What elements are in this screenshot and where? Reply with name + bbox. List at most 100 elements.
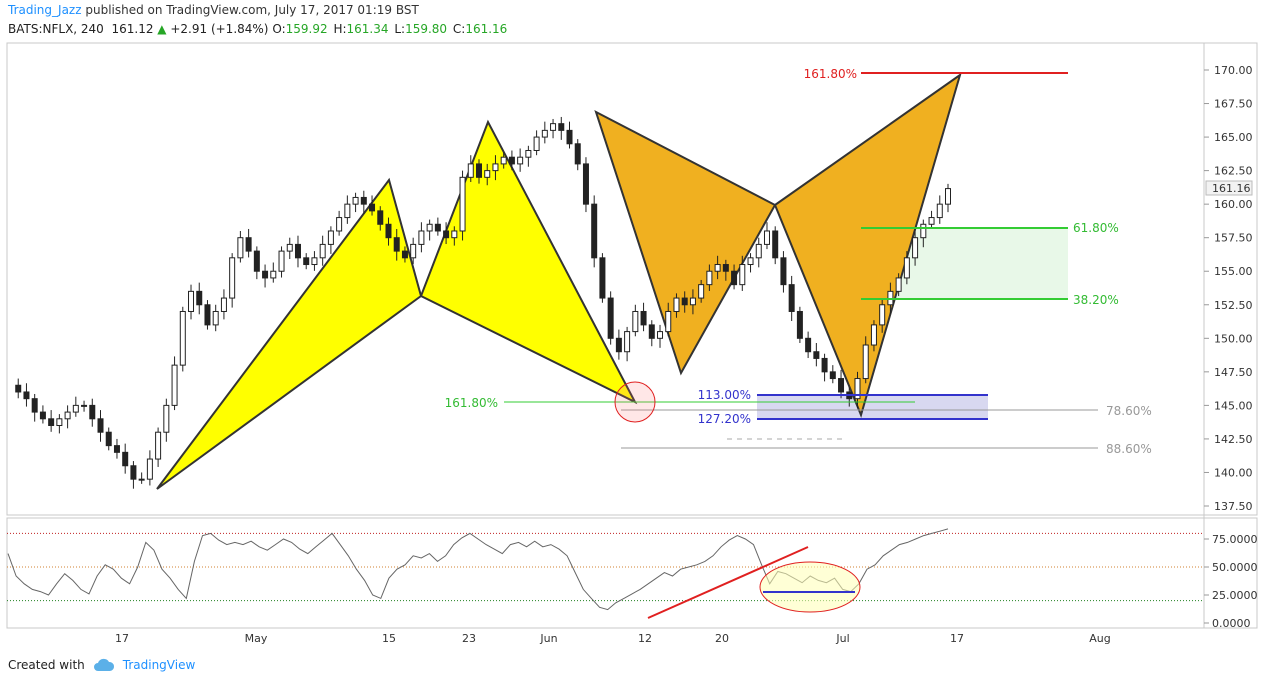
tradingview-brand-link[interactable]: TradingView bbox=[123, 658, 196, 672]
candle-body bbox=[862, 344, 869, 380]
candle-body bbox=[484, 170, 491, 178]
candle-body bbox=[689, 297, 696, 306]
candle-body bbox=[105, 431, 112, 447]
candle-body bbox=[739, 264, 746, 286]
candle-body bbox=[262, 270, 269, 279]
candle-body bbox=[72, 404, 79, 413]
candle-body bbox=[278, 250, 285, 272]
candle-body bbox=[344, 203, 351, 219]
candle-body bbox=[352, 196, 359, 205]
candle-body bbox=[113, 445, 120, 453]
candle-body bbox=[912, 237, 919, 259]
candle-body bbox=[311, 257, 318, 266]
footer: Created with TradingView bbox=[8, 658, 195, 672]
candle-body bbox=[204, 304, 211, 326]
candle-body bbox=[418, 230, 425, 245]
candle-body bbox=[599, 257, 606, 299]
candle-body bbox=[385, 223, 392, 239]
candle-body bbox=[492, 163, 499, 172]
candle-body bbox=[681, 297, 688, 306]
y-tick-label: 170.00 bbox=[1214, 64, 1253, 77]
candle-body bbox=[870, 324, 877, 346]
candle-body bbox=[624, 331, 631, 353]
candle-body bbox=[286, 243, 293, 252]
candle-body bbox=[467, 163, 474, 178]
fib-label-127: 127.20% bbox=[698, 412, 751, 426]
y-tick-label: 145.00 bbox=[1214, 399, 1253, 412]
rsi-tick-label: 75.0000 bbox=[1212, 533, 1258, 546]
candle-body bbox=[23, 391, 30, 400]
y-tick-label: 140.00 bbox=[1214, 466, 1253, 479]
candle-body bbox=[171, 364, 178, 406]
candle-body bbox=[229, 257, 236, 299]
candle-body bbox=[615, 337, 622, 353]
x-tick-label: 17 bbox=[115, 632, 129, 645]
candle-body bbox=[220, 297, 227, 312]
candle-body bbox=[393, 237, 400, 252]
rsi-tick-label: 50.0000 bbox=[1212, 561, 1258, 574]
candle-body bbox=[747, 257, 754, 266]
candle-body bbox=[443, 230, 450, 239]
rsi-pane[interactable] bbox=[6, 517, 1258, 629]
candle-body bbox=[97, 418, 104, 433]
candle-body bbox=[772, 230, 779, 259]
price-chart[interactable]: 137.50 140.00 142.50 145.00 147.50 150.00 152.… bbox=[0, 0, 1264, 684]
candle-body bbox=[155, 431, 162, 460]
y-tick-label: 160.00 bbox=[1214, 198, 1253, 211]
candle-body bbox=[698, 284, 705, 299]
x-tick-label: Jun bbox=[539, 632, 557, 645]
candle-body bbox=[401, 250, 408, 259]
candle-body bbox=[632, 310, 639, 333]
x-tick-label: 17 bbox=[950, 632, 964, 645]
candle-body bbox=[813, 351, 820, 359]
candle-body bbox=[550, 123, 557, 131]
candle-body bbox=[48, 418, 55, 427]
candle-body bbox=[558, 123, 565, 131]
candle-body bbox=[574, 143, 581, 165]
candle-body bbox=[377, 210, 384, 225]
candle-body bbox=[895, 277, 902, 292]
created-with-text: Created with bbox=[8, 658, 85, 672]
candle-body bbox=[788, 284, 795, 312]
candle-body bbox=[122, 451, 129, 467]
candle-body bbox=[566, 129, 573, 145]
x-tick-label: Aug bbox=[1089, 632, 1110, 645]
candle-body bbox=[657, 331, 664, 339]
fib-label-161-top: 161.80% bbox=[804, 67, 857, 81]
candle-body bbox=[706, 270, 713, 286]
fib-label-161-left: 161.80% bbox=[445, 396, 498, 410]
y-tick-label: 142.50 bbox=[1214, 433, 1253, 446]
candle-body bbox=[640, 310, 647, 326]
candle-body bbox=[31, 398, 38, 413]
candle-body bbox=[879, 304, 886, 326]
x-tick-label: 20 bbox=[715, 632, 729, 645]
x-tick-label: May bbox=[245, 632, 268, 645]
candle-body bbox=[459, 176, 466, 232]
x-tick-label: Jul bbox=[835, 632, 849, 645]
candle-body bbox=[179, 310, 186, 366]
candle-body bbox=[648, 324, 655, 339]
fib-label-382: 38.20% bbox=[1073, 293, 1119, 307]
candle-body bbox=[928, 217, 935, 225]
candle-body bbox=[81, 404, 88, 407]
candle-body bbox=[533, 136, 540, 151]
rsi-tick-label: 25.0000 bbox=[1212, 589, 1258, 602]
candle-body bbox=[130, 465, 137, 480]
cloud-icon bbox=[93, 658, 114, 671]
candle-body bbox=[212, 310, 219, 326]
candle-body bbox=[591, 203, 598, 259]
candle-body bbox=[805, 337, 812, 353]
y-tick-label: 167.50 bbox=[1214, 98, 1253, 111]
candle-body bbox=[476, 163, 482, 178]
candle-body bbox=[89, 404, 96, 420]
candle-body bbox=[303, 257, 310, 266]
candle-body bbox=[500, 156, 507, 165]
candle-body bbox=[64, 411, 71, 420]
candle-body bbox=[294, 243, 301, 259]
candle-body bbox=[15, 384, 22, 393]
candle-body bbox=[731, 270, 738, 286]
candle-body bbox=[319, 243, 326, 259]
fib-label-786: 78.60% bbox=[1106, 404, 1152, 418]
candle-body bbox=[426, 223, 433, 232]
y-tick-label: 162.50 bbox=[1214, 165, 1253, 178]
